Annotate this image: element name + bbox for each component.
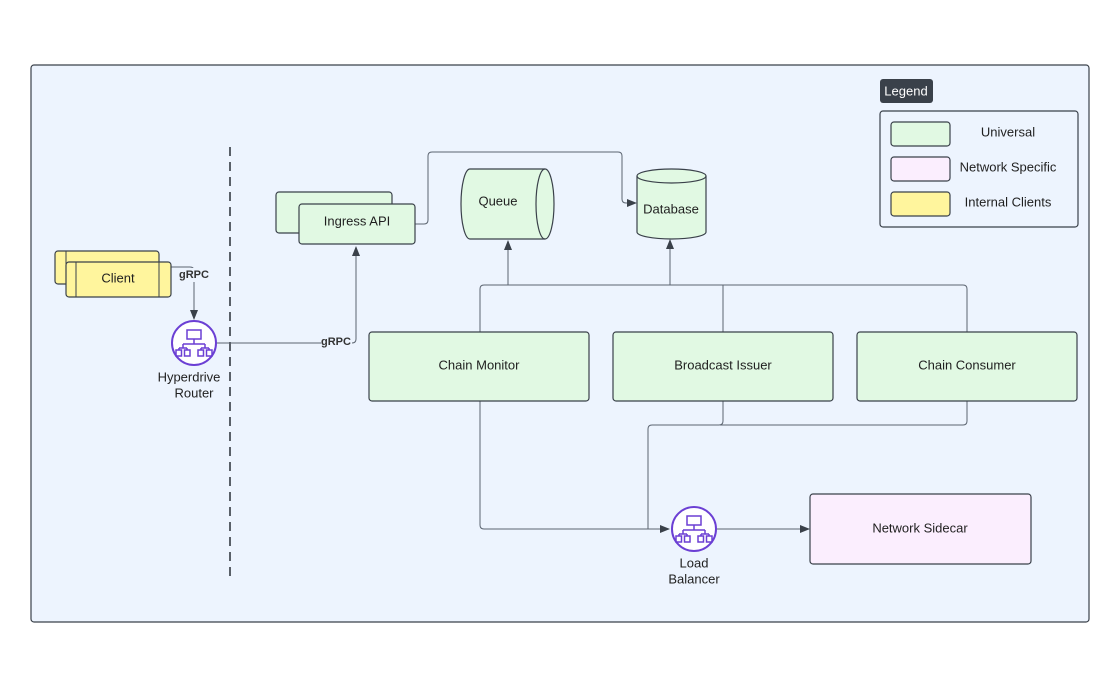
legend-label-universal: Universal bbox=[981, 124, 1035, 139]
client-node[interactable]: Client bbox=[54, 250, 172, 298]
chain-consumer-label: Chain Consumer bbox=[918, 357, 1016, 372]
broadcast-issuer-label: Broadcast Issuer bbox=[674, 357, 772, 372]
lb-label-line1: Load bbox=[680, 555, 709, 570]
legend-swatch-universal bbox=[890, 121, 951, 147]
ingress-label: Ingress API bbox=[324, 213, 390, 228]
client-label: Client bbox=[101, 270, 135, 285]
router-label-line1: Hyperdrive bbox=[158, 369, 221, 384]
edge-label-grpc-client: gRPC bbox=[179, 269, 209, 281]
chain-monitor-node[interactable]: Chain Monitor bbox=[368, 331, 590, 402]
legend-swatch-network-specific bbox=[890, 156, 951, 182]
network-sidecar-node[interactable]: Network Sidecar bbox=[809, 493, 1032, 565]
legend-label-network-specific: Network Specific bbox=[960, 159, 1057, 174]
database-label: Database bbox=[643, 201, 699, 216]
broadcast-issuer-node[interactable]: Broadcast Issuer bbox=[612, 331, 834, 402]
legend-title: Legend bbox=[884, 83, 927, 98]
router-label-line2: Router bbox=[174, 385, 214, 400]
queue-label: Queue bbox=[478, 193, 517, 208]
legend-label-internal-clients: Internal Clients bbox=[965, 194, 1052, 209]
lb-label-line2: Balancer bbox=[668, 571, 720, 586]
database-node[interactable]: Database bbox=[636, 168, 707, 240]
queue-node[interactable]: Queue bbox=[460, 168, 555, 240]
architecture-diagram: gRPC gRPC Client Hyperdrive Router Ingre… bbox=[30, 64, 1090, 623]
legend-swatch-internal-clients bbox=[890, 191, 951, 217]
network-sidecar-label: Network Sidecar bbox=[872, 520, 968, 535]
chain-consumer-node[interactable]: Chain Consumer bbox=[856, 331, 1078, 402]
edge-label-grpc-router: gRPC bbox=[321, 336, 351, 348]
chain-monitor-label: Chain Monitor bbox=[439, 357, 521, 372]
